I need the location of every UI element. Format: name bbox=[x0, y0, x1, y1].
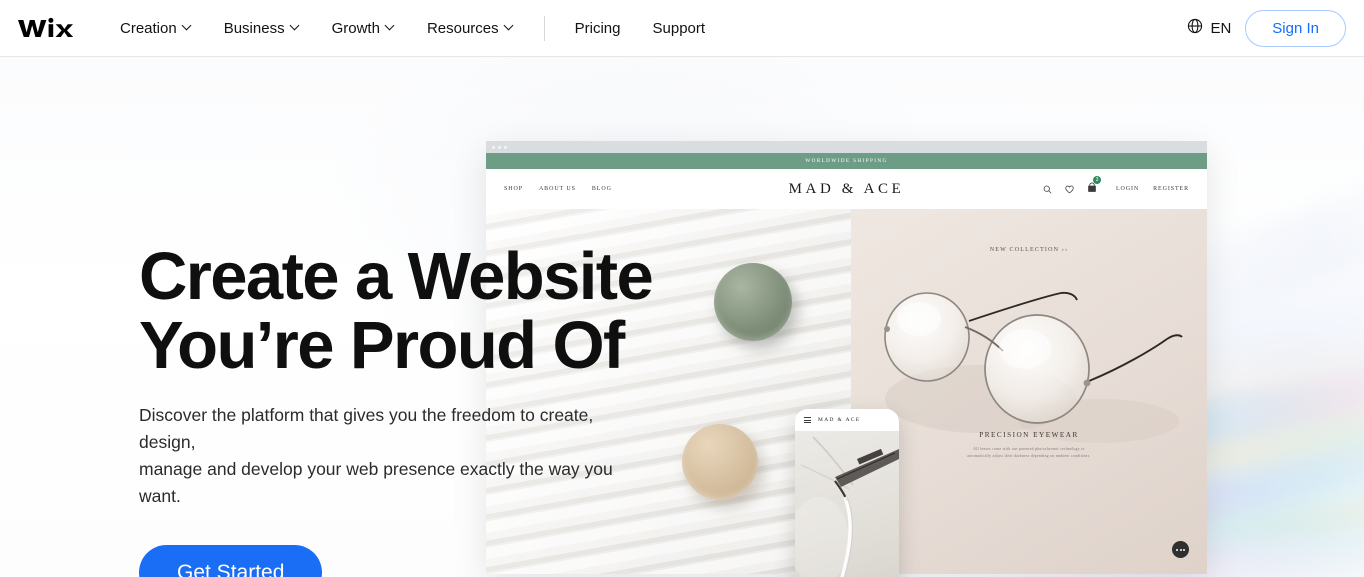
language-selector[interactable]: EN bbox=[1187, 18, 1231, 38]
chat-dot bbox=[1183, 548, 1186, 551]
globe-icon bbox=[1187, 18, 1203, 38]
precision-eyewear-block: PRECISION EYEWEAR All lenses come with o… bbox=[851, 431, 1207, 459]
nav-label-resources: Resources bbox=[426, 19, 499, 37]
chat-dot bbox=[1179, 548, 1182, 551]
nav-label-creation: Creation bbox=[120, 19, 177, 37]
mockup-nav-links: SHOP ABOUT US BLOG bbox=[504, 186, 612, 192]
nav-item-support[interactable]: Support bbox=[637, 0, 722, 56]
site-header: Creation Business Growth Resources Prici… bbox=[0, 0, 1364, 57]
sign-in-button[interactable]: Sign In bbox=[1245, 9, 1346, 47]
chat-dot bbox=[1175, 548, 1178, 551]
mockup-brand-logo: MAD & ACE bbox=[788, 180, 905, 197]
page-title: Create a Website You’re Proud Of bbox=[139, 239, 654, 383]
phone-nav-bar: MAD & ACE bbox=[795, 409, 899, 431]
nav-label-growth: Growth bbox=[331, 19, 380, 37]
phone-mockup: MAD & ACE bbox=[795, 409, 899, 577]
mockup-login-link[interactable]: LOGIN bbox=[1116, 186, 1139, 192]
nav-item-creation[interactable]: Creation bbox=[104, 0, 208, 56]
eyewear-photo-panel: NEW COLLECTION ›› PRECISION EYEWEAR All … bbox=[851, 209, 1207, 574]
green-lens-photo bbox=[714, 263, 792, 341]
mockup-site-nav: SHOP ABOUT US BLOG MAD & ACE 3 LOGIN REG… bbox=[486, 169, 1207, 209]
hero-subtitle: Discover the platform that gives you the… bbox=[139, 405, 613, 507]
mockup-auth-links: LOGIN REGISTER bbox=[1116, 186, 1189, 192]
chat-bubble-icon[interactable] bbox=[1172, 541, 1189, 558]
mockup-nav-blog[interactable]: BLOG bbox=[592, 186, 612, 192]
cart-count-badge: 3 bbox=[1092, 176, 1101, 184]
language-label: EN bbox=[1210, 19, 1232, 37]
chevron-down-icon bbox=[291, 22, 300, 31]
chevron-down-icon bbox=[386, 22, 395, 31]
wix-logo[interactable] bbox=[16, 14, 74, 42]
phone-product-photo bbox=[795, 431, 899, 577]
hamburger-menu-icon[interactable] bbox=[804, 416, 811, 424]
chevron-down-icon bbox=[183, 22, 192, 31]
new-collection-link[interactable]: NEW COLLECTION ›› bbox=[990, 247, 1069, 253]
window-dot-minimize bbox=[498, 145, 501, 149]
page-root: Creation Business Growth Resources Prici… bbox=[0, 0, 1364, 577]
hero-text-block: Create a Website You’re Proud Of Discove… bbox=[139, 242, 699, 577]
shipping-banner: WORLDWIDE SHIPPING bbox=[486, 153, 1207, 169]
browser-chrome-bar bbox=[486, 141, 1207, 153]
main-nav: Creation Business Growth Resources Prici… bbox=[104, 0, 721, 56]
precision-eyewear-description: All lenses come with our patented photoc… bbox=[967, 447, 1091, 458]
hero-section: Create a Website You’re Proud Of Discove… bbox=[0, 57, 1364, 577]
window-dot-close bbox=[492, 145, 495, 149]
mockup-register-link[interactable]: REGISTER bbox=[1153, 186, 1189, 192]
nav-item-resources[interactable]: Resources bbox=[411, 0, 530, 56]
phone-brand-logo: MAD & ACE bbox=[818, 417, 861, 423]
window-dot-maximize bbox=[504, 145, 507, 149]
search-icon[interactable] bbox=[1043, 185, 1052, 194]
nav-label-support: Support bbox=[652, 19, 706, 37]
mockup-nav-actions: 3 LOGIN REGISTER bbox=[1043, 176, 1189, 198]
nav-item-growth[interactable]: Growth bbox=[316, 0, 411, 56]
nav-label-pricing: Pricing bbox=[574, 19, 621, 37]
nav-item-business[interactable]: Business bbox=[208, 0, 316, 56]
get-started-button[interactable]: Get Started bbox=[139, 544, 323, 577]
nav-divider bbox=[543, 15, 545, 41]
nav-item-pricing[interactable]: Pricing bbox=[559, 0, 637, 56]
precision-eyewear-title: PRECISION EYEWEAR bbox=[979, 431, 1079, 439]
chevron-down-icon bbox=[505, 22, 514, 31]
eyeglasses-photo bbox=[861, 271, 1201, 446]
cart-icon[interactable]: 3 bbox=[1087, 176, 1101, 198]
header-right-group: EN Sign In bbox=[1187, 9, 1346, 47]
heart-icon[interactable] bbox=[1065, 185, 1074, 194]
mockup-nav-shop[interactable]: SHOP bbox=[504, 186, 523, 192]
mockup-nav-about[interactable]: ABOUT US bbox=[539, 186, 576, 192]
nav-label-business: Business bbox=[223, 19, 285, 37]
